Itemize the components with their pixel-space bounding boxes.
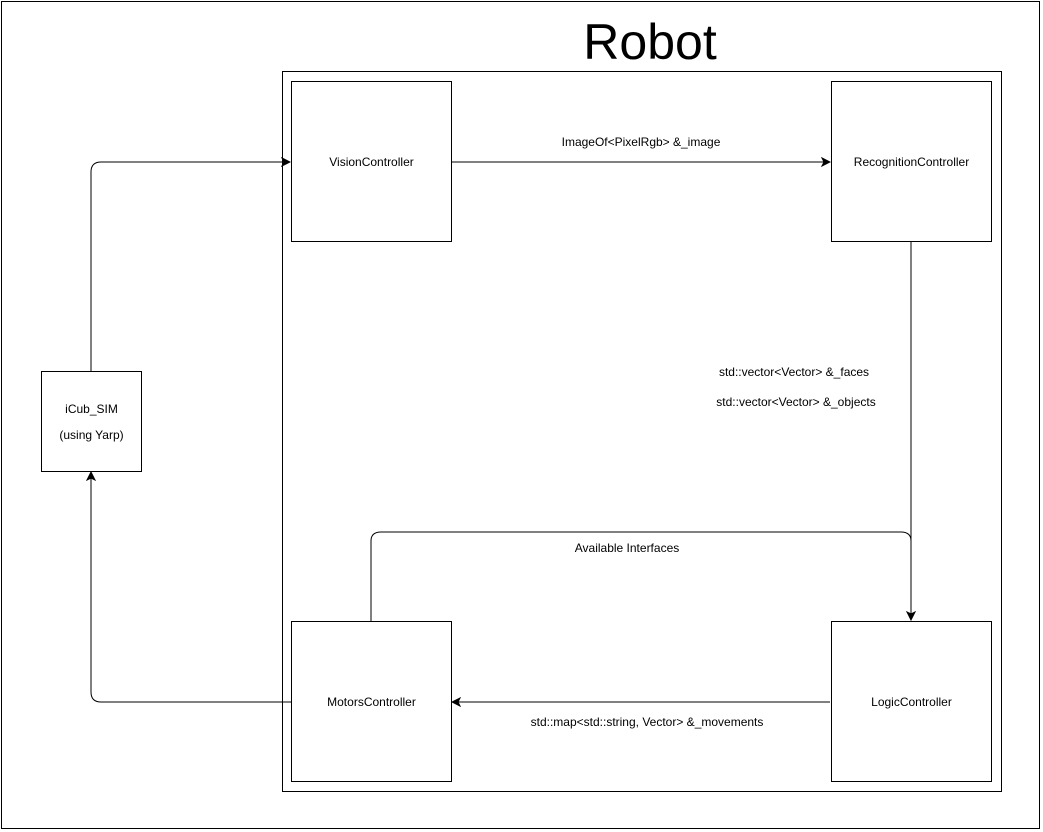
- edge-label-image: ImageOf<PixelRgb> &_image: [561, 135, 721, 149]
- diagram-canvas: Robot VisionController RecognitionContro…: [0, 0, 1043, 832]
- edge-icub-to-vision: [90, 162, 290, 371]
- recognition-controller-node[interactable]: RecognitionController: [831, 81, 992, 242]
- motors-controller-label: MotorsController: [327, 694, 416, 709]
- edge-label-available-interfaces: Available Interfaces: [574, 541, 680, 555]
- icub-sim-label: iCub_SIM: [65, 401, 118, 416]
- edge-label-objects: std::vector<Vector> &_objects: [716, 395, 876, 409]
- logic-controller-node[interactable]: LogicController: [831, 621, 992, 782]
- icub-sim-node[interactable]: iCub_SIM (using Yarp): [41, 371, 142, 472]
- motors-controller-node[interactable]: MotorsController: [291, 621, 452, 782]
- vision-controller-label: VisionController: [329, 154, 414, 169]
- edge-label-faces: std::vector<Vector> &_faces: [718, 365, 870, 379]
- icub-sim-sublabel: (using Yarp): [59, 427, 124, 442]
- edge-motors-to-icub: [91, 472, 291, 703]
- edge-label-movements: std::map<std::string, Vector> &_movement…: [530, 715, 764, 729]
- logic-controller-label: LogicController: [871, 694, 952, 709]
- recognition-controller-label: RecognitionController: [853, 154, 970, 169]
- vision-controller-node[interactable]: VisionController: [291, 81, 452, 242]
